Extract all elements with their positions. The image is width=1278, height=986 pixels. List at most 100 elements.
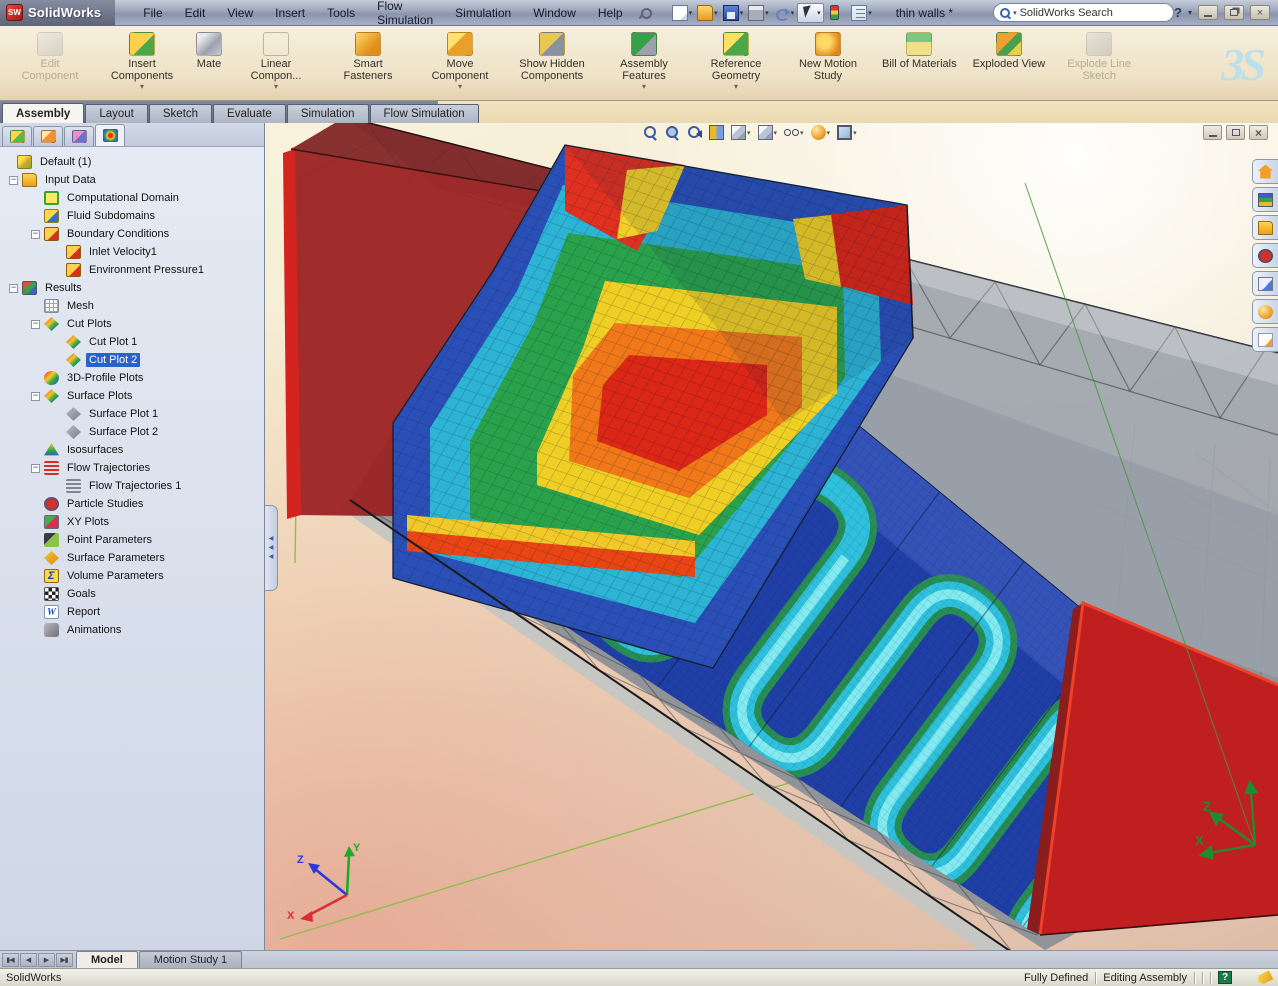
menu-item[interactable]: File [133, 3, 172, 23]
quick-tool-button[interactable]: ▾ [695, 4, 720, 22]
chevron-down-icon[interactable]: ▾ [274, 82, 278, 92]
chevron-down-icon[interactable]: ▾ [1013, 9, 1017, 17]
quick-tool-button[interactable]: ▾ [670, 4, 695, 22]
graphics-viewport[interactable]: Z X Y Z X [265, 123, 1278, 950]
sheet-nav-button[interactable]: ▶ [56, 953, 73, 967]
ribbon-button[interactable]: Move Component▾ [414, 28, 506, 99]
search-input[interactable]: ▾ SolidWorks Search [993, 3, 1174, 22]
quick-tool-button[interactable]: ▾ [746, 4, 771, 22]
chevron-down-icon[interactable]: ▾ [1188, 8, 1192, 17]
tree-item[interactable]: 3D-Profile Plots [0, 369, 264, 387]
chevron-down-icon[interactable]: ▾ [734, 82, 738, 92]
manager-panel-tab[interactable] [2, 126, 32, 146]
tree-item[interactable]: Boundary Conditions [0, 225, 264, 243]
tree-item[interactable]: Surface Plots [0, 387, 264, 405]
quick-tool-button[interactable]: ▾ [825, 4, 849, 21]
ribbon-button[interactable]: Explode Line Sketch▾ [1053, 28, 1145, 99]
menu-item[interactable]: Window [523, 3, 586, 23]
ribbon-button[interactable]: Exploded View▾ [965, 28, 1054, 99]
ribbon-button[interactable]: Reference Geometry▾ [690, 28, 782, 99]
tree-item[interactable]: Environment Pressure1 [0, 261, 264, 279]
tree-item[interactable]: Computational Domain [0, 189, 264, 207]
tree-item[interactable]: Flow Trajectories [0, 459, 264, 477]
chevron-down-icon[interactable]: ▾ [827, 129, 831, 137]
headsup-tool-icon[interactable]: ▾ [687, 125, 702, 140]
chevron-down-icon[interactable]: ▾ [740, 9, 744, 17]
model-motion-tab[interactable]: Model [76, 951, 138, 968]
headsup-tool-icon[interactable]: ▾ [837, 125, 857, 140]
sheet-nav-button[interactable]: ▶ [38, 953, 55, 967]
tree-expander-icon[interactable] [31, 230, 40, 239]
manager-panel-tab[interactable] [64, 126, 94, 146]
tree-item[interactable]: Report [0, 603, 264, 621]
manager-panel-tab[interactable] [95, 124, 125, 146]
tree-item[interactable]: Goals [0, 585, 264, 603]
model-motion-tab[interactable]: Motion Study 1 [139, 951, 242, 968]
help-button[interactable]: ? [1174, 5, 1182, 20]
menu-item[interactable]: Edit [175, 3, 216, 23]
command-tab[interactable]: Sketch [149, 104, 212, 123]
doc-restore-button[interactable] [1226, 125, 1245, 140]
task-pane-tab[interactable] [1252, 187, 1278, 212]
headsup-tool-icon[interactable]: ▾ [811, 125, 831, 140]
sheet-nav-button[interactable]: ◀ [20, 953, 37, 967]
chevron-down-icon[interactable]: ▾ [642, 82, 646, 92]
ribbon-button[interactable]: Mate▾ [188, 28, 230, 99]
tree-item[interactable]: Input Data [0, 171, 264, 189]
task-pane-tab[interactable] [1252, 271, 1278, 296]
ribbon-button[interactable]: Insert Components▾ [96, 28, 188, 99]
tree-item[interactable]: Inlet Velocity1 [0, 243, 264, 261]
headsup-tool-icon[interactable]: ▾ [643, 125, 658, 140]
command-tab[interactable]: Assembly [2, 103, 84, 123]
task-pane-tab[interactable] [1252, 159, 1278, 184]
tree-expander-icon[interactable] [9, 284, 18, 293]
chevron-down-icon[interactable]: ▾ [689, 9, 693, 17]
doc-minimize-button[interactable] [1203, 125, 1222, 140]
chevron-down-icon[interactable]: ▾ [140, 82, 144, 92]
tag-icon[interactable] [1256, 970, 1274, 985]
quick-tool-button[interactable]: ▾ [849, 4, 874, 22]
task-pane-tab[interactable] [1252, 215, 1278, 240]
headsup-tool-icon[interactable]: ▾ [758, 125, 778, 140]
chevron-down-icon[interactable]: ▾ [714, 9, 718, 17]
pushpin-icon[interactable] [639, 7, 650, 19]
task-pane-tab[interactable] [1252, 299, 1278, 324]
chevron-down-icon[interactable]: ▾ [765, 9, 769, 17]
tree-item[interactable]: Surface Parameters [0, 549, 264, 567]
headsup-tool-icon[interactable]: ▾ [709, 125, 724, 140]
tree-item[interactable]: Volume Parameters [0, 567, 264, 585]
command-tab[interactable]: Evaluate [213, 104, 286, 123]
ribbon-button[interactable]: Assembly Features▾ [598, 28, 690, 99]
tree-item[interactable]: XY Plots [0, 513, 264, 531]
headsup-tool-icon[interactable]: ▾ [665, 125, 680, 140]
chevron-down-icon[interactable]: ▾ [853, 129, 857, 137]
quick-tool-button[interactable]: ▾ [772, 4, 797, 22]
chevron-down-icon[interactable]: ▾ [458, 82, 462, 92]
close-button[interactable]: × [1250, 5, 1270, 20]
headsup-tool-icon[interactable]: ▾ [731, 125, 751, 140]
quick-tips-icon[interactable]: ? [1218, 971, 1232, 984]
ribbon-button[interactable]: Linear Compon...▾ [230, 28, 322, 99]
tree-expander-icon[interactable] [9, 176, 18, 185]
panel-splitter-handle[interactable]: ◀◀◀ [265, 505, 278, 591]
tree-item[interactable]: Point Parameters [0, 531, 264, 549]
menu-item[interactable]: Help [588, 3, 633, 23]
chevron-down-icon[interactable]: ▾ [868, 9, 872, 17]
ribbon-button[interactable]: Smart Fasteners▾ [322, 28, 414, 99]
doc-close-button[interactable]: × [1249, 125, 1268, 140]
chevron-down-icon[interactable]: ▾ [774, 129, 778, 137]
tree-item[interactable]: Isosurfaces [0, 441, 264, 459]
tree-expander-icon[interactable] [31, 464, 40, 473]
command-tab[interactable]: Flow Simulation [370, 104, 479, 123]
ribbon-button[interactable]: Edit Component▾ [4, 28, 96, 99]
quick-tool-button[interactable]: ▾ [721, 4, 746, 22]
manager-panel-tab[interactable] [33, 126, 63, 146]
ribbon-button[interactable]: Bill of Materials▾ [874, 28, 965, 99]
menu-item[interactable]: Insert [265, 3, 315, 23]
tree-item[interactable]: Animations [0, 621, 264, 639]
chevron-down-icon[interactable]: ▾ [791, 9, 795, 17]
menu-item[interactable]: Simulation [445, 3, 521, 23]
menu-item[interactable]: Tools [317, 3, 365, 23]
tree-item[interactable]: Particle Studies [0, 495, 264, 513]
minimize-button[interactable] [1198, 5, 1218, 20]
